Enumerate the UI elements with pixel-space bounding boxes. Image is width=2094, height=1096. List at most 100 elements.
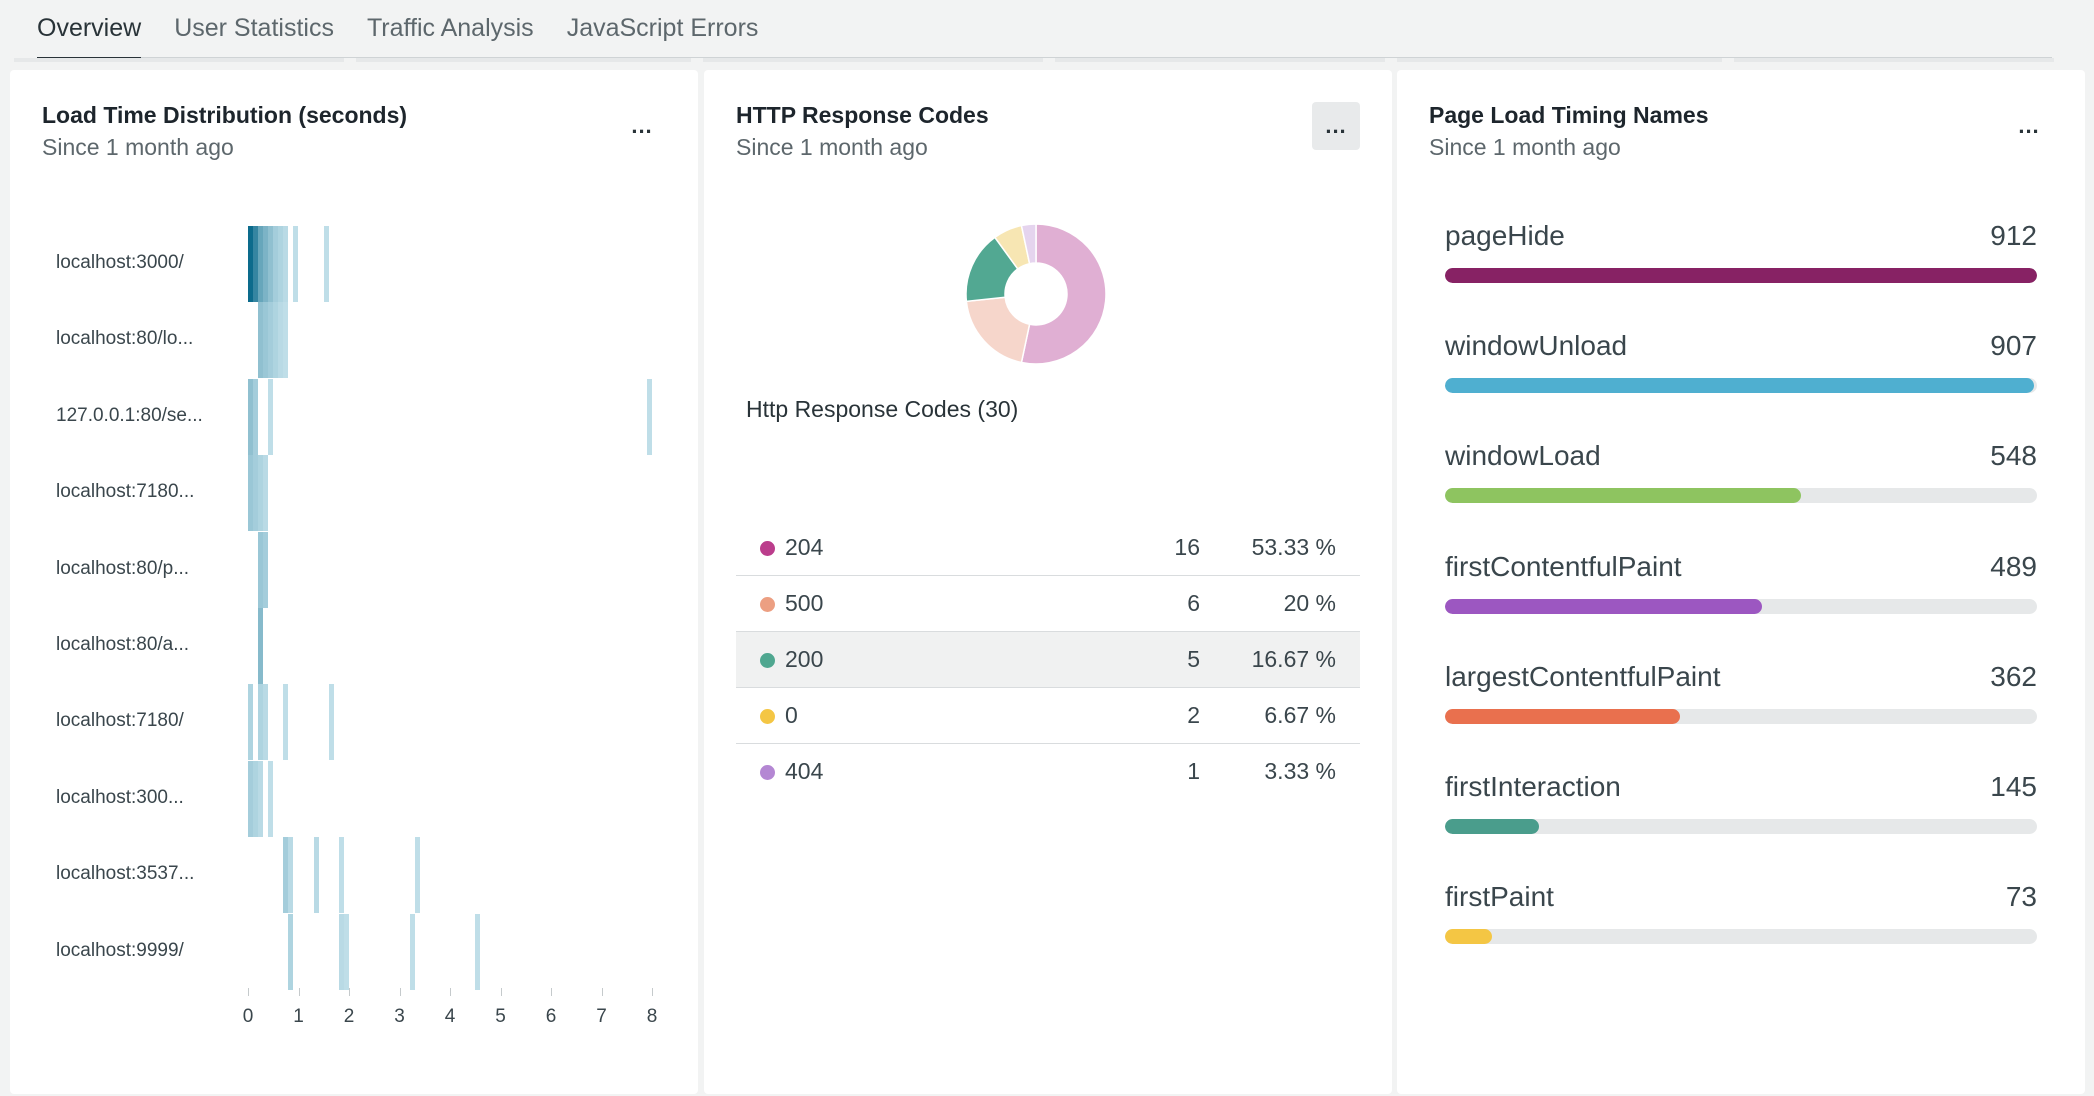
timing-name: largestContentfulPaint (1445, 660, 1721, 692)
tab-overview[interactable]: Overview (37, 0, 142, 60)
heatmap-cell (258, 760, 264, 837)
heatmap-row (10, 760, 430, 837)
x-axis-tick-label: 0 (242, 1006, 254, 1027)
legend-dot-icon (760, 597, 775, 612)
timing-bar-fill (1445, 598, 1763, 614)
heatmap-cell (248, 684, 254, 761)
heatmap-row (10, 226, 430, 302)
heatmap-row (10, 531, 430, 608)
timing-value: 489 (1990, 550, 2037, 582)
x-axis-tick (601, 988, 603, 996)
timing-bar-track (1445, 378, 2037, 394)
legend-percent: 6.67 % (1264, 702, 1336, 728)
timing-value: 907 (1990, 330, 2037, 362)
x-axis-tick (298, 988, 300, 996)
tab-javascript-errors[interactable]: JavaScript Errors (567, 0, 759, 58)
timing-value: 548 (1990, 440, 2037, 472)
ghost-strip (1397, 58, 1722, 62)
heatmap-cell (343, 913, 349, 990)
timing-bar-row[interactable]: windowUnload 907 (1445, 330, 2037, 440)
timing-bar-track (1445, 488, 2037, 504)
heatmap-cell (338, 837, 344, 914)
heatmap-cell (253, 378, 259, 455)
timing-bar-row[interactable]: pageHide 912 (1445, 220, 2037, 330)
heatmap-cell (263, 455, 269, 532)
legend-row[interactable]: 0 2 6.67 % (736, 688, 1360, 744)
heatmap-cell (414, 837, 420, 914)
timing-name: windowUnload (1445, 330, 1628, 362)
x-axis-tick (450, 988, 451, 996)
card-menu-button[interactable]: ... (1312, 102, 1360, 150)
x-axis-tick-label: 6 (545, 1006, 557, 1027)
timing-bar-row[interactable]: largestContentfulPaint 362 (1445, 661, 2037, 771)
x-axis-tick (652, 988, 653, 996)
legend-dot-icon (760, 541, 775, 556)
heatmap-row (10, 913, 481, 990)
card-title: HTTP Response Codes (736, 102, 989, 128)
tab-traffic-analysis[interactable]: Traffic Analysis (367, 0, 534, 58)
legend-code: 200 (785, 646, 824, 672)
legend-row[interactable]: 204 16 53.33 % (736, 520, 1360, 576)
legend-table: 204 16 53.33 % 500 6 20 % 200 5 16.67 % 0 2 6.67 % 4… (736, 520, 1360, 800)
x-axis-tick (349, 988, 350, 996)
heatmap-row (10, 455, 430, 532)
donut-slice-500[interactable] (965, 296, 1031, 364)
card-title: Load Time Distribution (seconds) (42, 102, 408, 128)
heatmap-cell (323, 226, 329, 302)
legend-code: 204 (785, 534, 824, 560)
heatmap-cell (288, 837, 294, 914)
heatmap-cell (283, 302, 289, 379)
x-axis-tick (248, 988, 249, 996)
timing-value: 145 (1990, 771, 2037, 802)
timing-bar-track (1445, 819, 2037, 834)
card-menu-button[interactable]: ... (2005, 102, 2053, 150)
timing-bar-fill (1445, 378, 2034, 394)
timing-name: firstContentfulPaint (1445, 550, 1682, 582)
heatmap-cell (283, 684, 289, 761)
legend-row[interactable]: 404 1 3.33 % (736, 744, 1360, 800)
timing-bar-fill (1445, 819, 1540, 834)
legend-dot-icon (760, 653, 775, 668)
heatmap-row (10, 302, 430, 379)
heatmap-cell (258, 608, 264, 684)
card-subtitle: Since 1 month ago (1429, 134, 1621, 160)
timing-value: 912 (1990, 220, 2037, 251)
heatmap-row (10, 608, 430, 684)
tab-list: Overview User Statistics Traffic Analysis J… (37, 0, 2052, 60)
legend-row[interactable]: 500 6 20 % (736, 576, 1360, 632)
load-time-card: Load Time Distribution (seconds) Since 1… (10, 70, 698, 1094)
x-axis-tick (551, 988, 552, 996)
timing-name: windowLoad (1445, 440, 1601, 472)
legend-count: 6 (1187, 590, 1200, 616)
timing-bar-fill (1445, 929, 1493, 945)
timing-bar-row[interactable]: windowLoad 548 (1445, 440, 2037, 550)
timing-bar-row[interactable]: firstInteraction 145 (1445, 771, 2037, 881)
x-axis-tick-label: 8 (646, 1006, 658, 1027)
heatmap-cell (475, 913, 481, 990)
timing-bar-row[interactable]: firstPaint 73 (1445, 881, 2037, 991)
x-axis-tick-label: 3 (394, 1006, 405, 1027)
timing-value: 73 (2005, 881, 2037, 913)
http-codes-donut-chart (965, 223, 1107, 365)
card-menu-button[interactable]: ... (618, 102, 666, 150)
x-axis-tick-label: 4 (444, 1006, 456, 1027)
legend-percent: 53.33 % (1251, 534, 1336, 560)
card-title: Page Load Timing Names (1429, 102, 1709, 128)
timing-bar-fill (1445, 488, 1801, 504)
tab-user-statistics[interactable]: User Statistics (174, 0, 334, 58)
legend-row[interactable]: 200 5 16.67 % (736, 632, 1360, 688)
heatmap-row (10, 837, 430, 914)
legend-percent: 16.67 % (1251, 646, 1336, 672)
x-axis-tick-label: 2 (343, 1006, 355, 1027)
legend-percent: 3.33 % (1264, 758, 1336, 784)
heatmap-cell (328, 684, 334, 761)
timing-name: firstInteraction (1445, 771, 1621, 802)
timing-bar-row[interactable]: firstContentfulPaint 489 (1445, 551, 2037, 661)
timing-name: pageHide (1445, 220, 1565, 251)
heatmap-cell (263, 531, 269, 608)
legend-count: 1 (1187, 758, 1200, 784)
heatmap-cell (646, 378, 652, 455)
ghost-strip (1055, 58, 1385, 62)
timing-value: 362 (1990, 660, 2037, 692)
x-axis-tick-label: 1 (293, 1006, 304, 1027)
